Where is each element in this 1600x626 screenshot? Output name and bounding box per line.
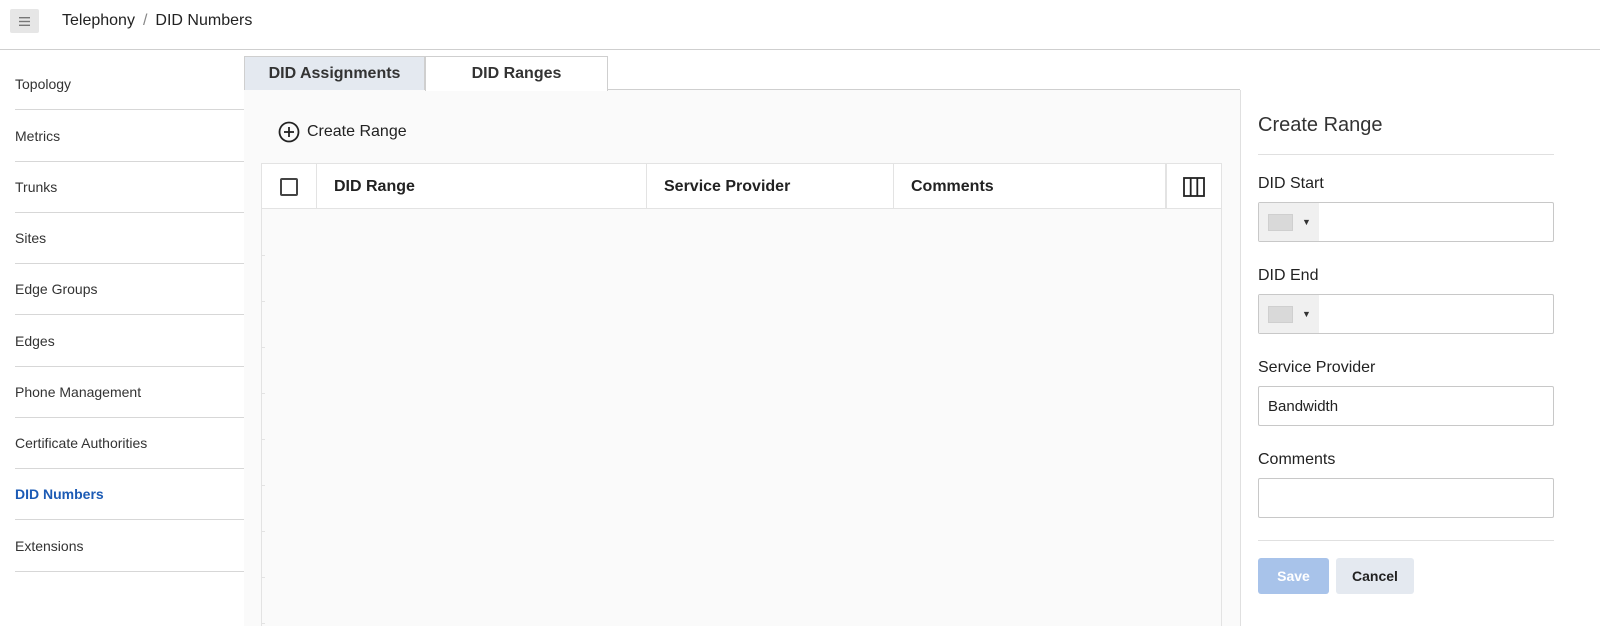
breadcrumb-separator: / (142, 12, 148, 29)
caret-down-icon: ▼ (1302, 217, 1311, 227)
column-header-did-range[interactable]: DID Range (317, 164, 647, 209)
did-start-country-select[interactable]: ▼ (1259, 203, 1319, 241)
row-divider (261, 439, 265, 440)
sidebar-item-metrics[interactable]: Metrics (15, 110, 244, 162)
service-provider-label: Service Provider (1258, 359, 1376, 376)
did-start-field: ▼ (1258, 202, 1554, 242)
country-flag-icon (1268, 305, 1293, 323)
tab-did-ranges[interactable]: DID Ranges (425, 56, 608, 91)
sidebar: Topology Metrics Trunks Sites Edge Group… (0, 50, 244, 626)
plus-circle-icon (278, 121, 300, 143)
row-divider (261, 623, 265, 624)
sidebar-item-edge-groups[interactable]: Edge Groups (15, 263, 244, 315)
sidebar-item-did-numbers[interactable]: DID Numbers (15, 468, 244, 520)
caret-down-icon: ▼ (1302, 309, 1311, 319)
sidebar-item-trunks[interactable]: Trunks (15, 161, 244, 213)
comments-label: Comments (1258, 451, 1336, 468)
sidebar-item-phone-management[interactable]: Phone Management (15, 366, 244, 418)
panel-divider (1258, 154, 1554, 155)
column-picker-button[interactable] (1166, 164, 1221, 209)
did-end-country-select[interactable]: ▼ (1259, 295, 1319, 333)
top-bar: Telephony / DID Numbers (0, 0, 1600, 50)
hamburger-icon (19, 16, 30, 26)
create-range-panel: Create Range DID Start ▼ DID End ▼ Servi… (1240, 90, 1600, 626)
sidebar-item-sites[interactable]: Sites (15, 212, 244, 264)
breadcrumb-current: DID Numbers (155, 12, 253, 29)
did-start-input[interactable] (1320, 203, 1553, 241)
sidebar-item-certificate-authorities[interactable]: Certificate Authorities (15, 417, 244, 469)
row-divider (261, 531, 265, 532)
did-start-label: DID Start (1258, 175, 1324, 192)
header-select-cell (262, 164, 317, 209)
save-button[interactable]: Save (1258, 558, 1329, 594)
create-range-button[interactable]: Create Range (278, 121, 407, 143)
tab-bar: DID Assignments DID Ranges (244, 50, 1240, 91)
breadcrumb: Telephony / DID Numbers (62, 12, 252, 30)
sidebar-item-extensions[interactable]: Extensions (15, 520, 244, 572)
service-provider-input[interactable] (1258, 386, 1554, 426)
country-flag-icon (1268, 213, 1293, 231)
select-all-checkbox[interactable] (280, 177, 298, 196)
column-header-service-provider[interactable]: Service Provider (647, 164, 894, 209)
row-divider (261, 255, 265, 256)
row-divider (261, 301, 265, 302)
sidebar-item-edges[interactable]: Edges (15, 315, 244, 367)
row-divider (261, 577, 265, 578)
cancel-button[interactable]: Cancel (1336, 558, 1414, 594)
did-end-field: ▼ (1258, 294, 1554, 334)
menu-button[interactable] (10, 9, 39, 33)
table-header: DID Range Service Provider Comments (262, 163, 1221, 209)
row-divider (261, 485, 265, 486)
tab-did-assignments[interactable]: DID Assignments (244, 56, 425, 90)
sidebar-item-topology[interactable]: Topology (15, 58, 244, 110)
panel-title: Create Range (1258, 114, 1383, 136)
panel-divider (1258, 540, 1554, 541)
did-ranges-table: DID Range Service Provider Comments (261, 163, 1222, 626)
comments-input[interactable] (1258, 478, 1554, 518)
did-end-label: DID End (1258, 267, 1319, 284)
did-end-input[interactable] (1320, 295, 1553, 333)
main-content: DID Assignments DID Ranges Create Range … (244, 50, 1240, 626)
row-divider (261, 347, 265, 348)
breadcrumb-telephony[interactable]: Telephony (62, 12, 135, 30)
columns-icon (1183, 176, 1205, 197)
row-divider (261, 393, 265, 394)
create-range-label: Create Range (307, 123, 407, 140)
column-header-comments[interactable]: Comments (894, 164, 1166, 209)
